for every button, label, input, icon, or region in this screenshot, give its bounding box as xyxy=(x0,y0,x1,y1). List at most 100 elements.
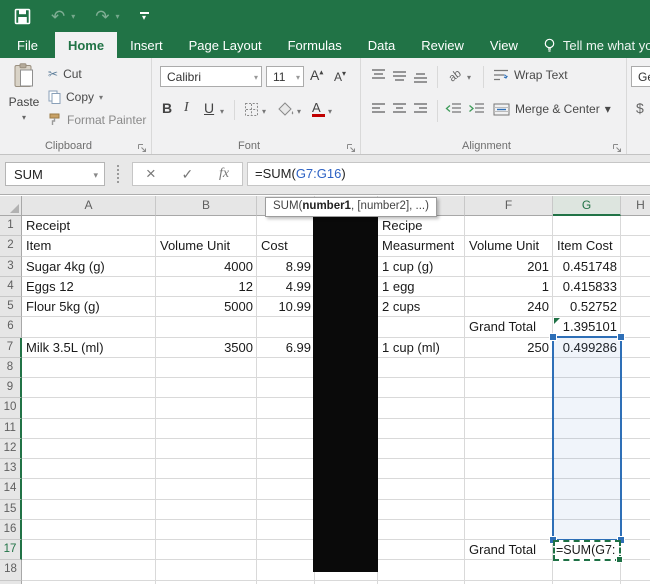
cancel-icon[interactable]: × xyxy=(146,164,156,184)
cell-H13[interactable] xyxy=(621,459,650,480)
cell-C6[interactable] xyxy=(257,317,315,338)
cell-C15[interactable] xyxy=(257,499,315,520)
cell-C13[interactable] xyxy=(257,459,315,480)
row-header-4[interactable]: 4 xyxy=(0,276,22,297)
tab-page-layout[interactable]: Page Layout xyxy=(176,32,275,58)
selection-handle[interactable] xyxy=(549,333,557,341)
column-header-A[interactable]: A xyxy=(22,196,156,216)
cell-A15[interactable] xyxy=(22,499,156,520)
orientation-dropdown-icon[interactable]: ▾ xyxy=(467,73,471,82)
cell-H9[interactable] xyxy=(621,378,650,399)
underline-button[interactable]: U xyxy=(204,100,214,116)
cell-E11[interactable] xyxy=(378,418,465,439)
decrease-font-size-button[interactable]: A▾ xyxy=(334,69,346,84)
copy-button[interactable]: Copy ▾ xyxy=(48,90,103,104)
cell-C12[interactable] xyxy=(257,438,315,459)
cell-B18[interactable] xyxy=(156,560,257,581)
cell-E10[interactable] xyxy=(378,398,465,419)
cell-F15[interactable] xyxy=(465,499,553,520)
cell-F9[interactable] xyxy=(465,378,553,399)
bold-button[interactable]: B xyxy=(162,100,172,116)
cell-B1[interactable] xyxy=(156,216,257,237)
cell-B8[interactable] xyxy=(156,357,257,378)
row-header-14[interactable]: 14 xyxy=(0,479,22,500)
cell-C14[interactable] xyxy=(257,479,315,500)
cell-E13[interactable] xyxy=(378,459,465,480)
cell-A9[interactable] xyxy=(22,378,156,399)
cell-A18[interactable] xyxy=(22,560,156,581)
clipboard-dialog-launcher[interactable] xyxy=(137,140,147,152)
accounting-format-button[interactable]: $ xyxy=(636,100,644,116)
name-box[interactable]: SUM ▾ xyxy=(5,162,105,186)
font-dialog-launcher[interactable] xyxy=(346,140,356,152)
cell-D19[interactable] xyxy=(315,580,378,584)
cell-H16[interactable] xyxy=(621,520,650,540)
cell-G1[interactable] xyxy=(553,216,621,237)
cell-B10[interactable] xyxy=(156,398,257,419)
cell-C11[interactable] xyxy=(257,418,315,439)
cell-A6[interactable] xyxy=(22,317,156,338)
merge-center-button[interactable]: Merge & Center ▾ xyxy=(493,102,611,116)
cell-F11[interactable] xyxy=(465,418,553,439)
select-all-corner[interactable] xyxy=(0,196,22,216)
cut-button[interactable]: ✂ Cut xyxy=(48,67,82,81)
number-format-select[interactable]: Ger xyxy=(631,66,650,87)
cell-C19[interactable] xyxy=(257,580,315,584)
cell-E17[interactable] xyxy=(378,540,465,561)
row-header-12[interactable]: 12 xyxy=(0,438,22,459)
align-left-icon[interactable] xyxy=(371,102,386,120)
cell-B13[interactable] xyxy=(156,459,257,480)
cell-C9[interactable] xyxy=(257,378,315,399)
cell-H15[interactable] xyxy=(621,500,650,520)
tab-home[interactable]: Home xyxy=(54,32,118,58)
cell-E15[interactable] xyxy=(378,499,465,520)
cell-A19[interactable] xyxy=(22,580,156,584)
row-header-3[interactable]: 3 xyxy=(0,256,22,277)
row-header-6[interactable]: 6 xyxy=(0,317,22,338)
redo-dropdown-icon[interactable]: ▾ xyxy=(116,12,120,21)
tab-review[interactable]: Review xyxy=(408,32,477,58)
merge-center-dropdown-icon[interactable]: ▾ xyxy=(605,102,611,116)
underline-dropdown-icon[interactable]: ▾ xyxy=(220,107,224,116)
cell-H8[interactable] xyxy=(621,358,650,378)
cell-C17[interactable] xyxy=(257,540,315,561)
font-size-select[interactable]: 11 ▾ xyxy=(266,66,304,87)
cell-B6[interactable] xyxy=(156,317,257,338)
cell-A17[interactable] xyxy=(22,540,156,561)
undo-dropdown-icon[interactable]: ▾ xyxy=(71,12,75,21)
tell-me-box[interactable]: Tell me what you w xyxy=(543,32,650,58)
row-header-7[interactable]: 7 xyxy=(0,337,22,358)
cell-E16[interactable] xyxy=(378,519,465,540)
cell-E12[interactable] xyxy=(378,438,465,459)
row-header-19[interactable]: 19 xyxy=(0,580,22,584)
cell-E18[interactable] xyxy=(378,560,465,581)
cell-B12[interactable] xyxy=(156,438,257,459)
cell-H1[interactable] xyxy=(621,216,650,237)
cell-F18[interactable] xyxy=(465,560,553,581)
cell-F14[interactable] xyxy=(465,479,553,500)
cell-H14[interactable] xyxy=(621,479,650,500)
row-header-8[interactable]: 8 xyxy=(0,357,22,378)
cell-E19[interactable] xyxy=(378,580,465,584)
middle-align-icon[interactable] xyxy=(392,70,407,88)
cell-H7[interactable] xyxy=(621,338,650,358)
row-header-2[interactable]: 2 xyxy=(0,236,22,257)
cell-A10[interactable] xyxy=(22,398,156,419)
row-header-15[interactable]: 15 xyxy=(0,499,22,520)
cell-C10[interactable] xyxy=(257,398,315,419)
row-header-9[interactable]: 9 xyxy=(0,378,22,399)
cell-F10[interactable] xyxy=(465,398,553,419)
copy-dropdown-icon[interactable]: ▾ xyxy=(99,93,103,102)
paste-button[interactable]: Paste ▾ xyxy=(4,63,44,137)
cell-H6[interactable] xyxy=(621,317,650,338)
orientation-icon[interactable]: ab xyxy=(447,68,464,85)
cell-A13[interactable] xyxy=(22,459,156,480)
top-align-icon[interactable] xyxy=(371,68,386,86)
cell-H3[interactable] xyxy=(621,257,650,277)
fill-handle[interactable] xyxy=(616,556,623,563)
cell-B15[interactable] xyxy=(156,499,257,520)
font-color-dropdown-icon[interactable]: ▾ xyxy=(328,107,332,116)
cell-C18[interactable] xyxy=(257,560,315,581)
paste-dropdown-icon[interactable]: ▾ xyxy=(22,113,26,122)
row-header-1[interactable]: 1 xyxy=(0,216,22,237)
